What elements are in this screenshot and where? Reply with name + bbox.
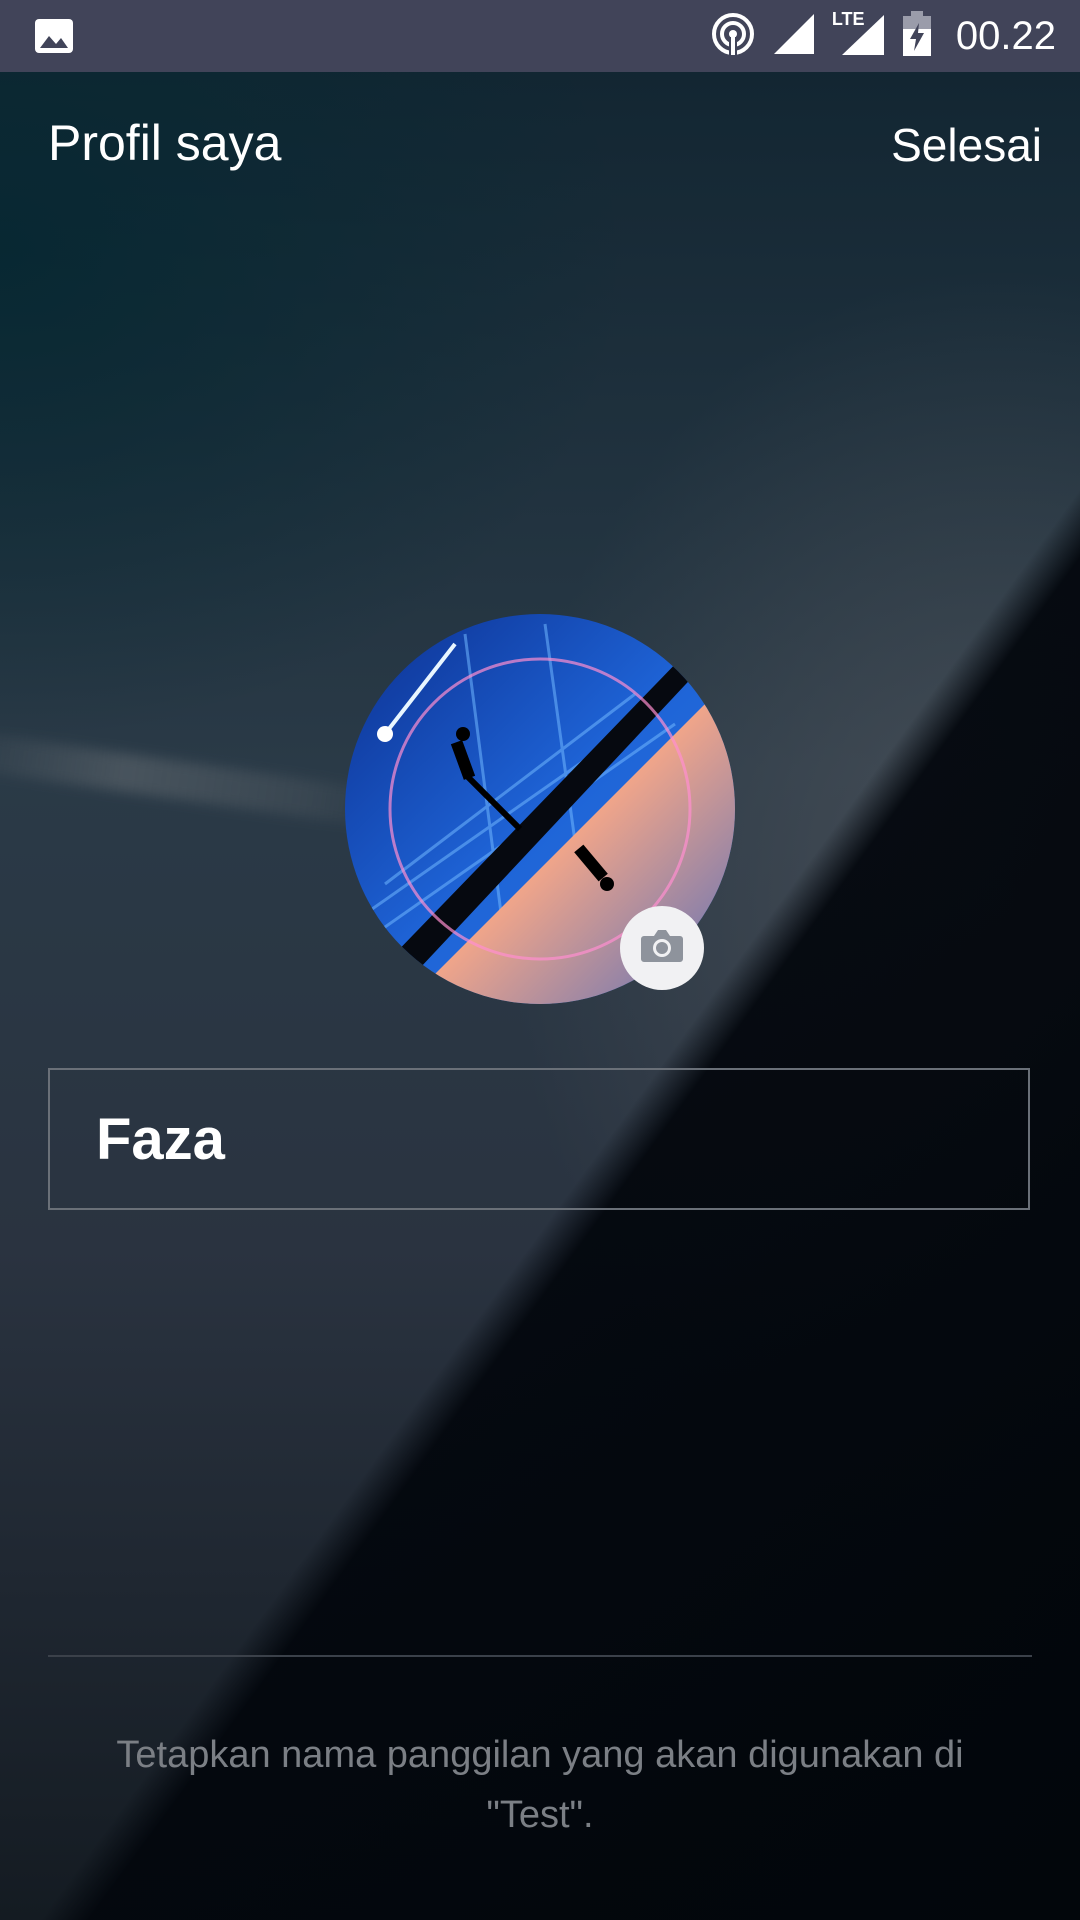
nickname-hint: Tetapkan nama panggilan yang akan diguna… (116, 1734, 964, 1836)
lte-label: LTE (831, 8, 865, 29)
nickname-field[interactable]: Faza (48, 1068, 1030, 1210)
camera-icon (640, 928, 684, 969)
divider (48, 1655, 1032, 1657)
page-title: Profil saya (48, 115, 282, 171)
battery-charging-icon (902, 10, 932, 62)
image-icon (34, 16, 74, 56)
change-photo-button[interactable] (620, 906, 704, 990)
hotspot-icon (710, 11, 756, 62)
nickname-value: Faza (96, 1106, 225, 1172)
done-button[interactable]: Selesai (891, 118, 1042, 172)
status-bar: LTE 00.22 (0, 0, 1080, 72)
signal-icon (772, 12, 816, 61)
lte-signal-icon: LTE (831, 8, 886, 62)
clock: 00.22 (955, 13, 1056, 58)
